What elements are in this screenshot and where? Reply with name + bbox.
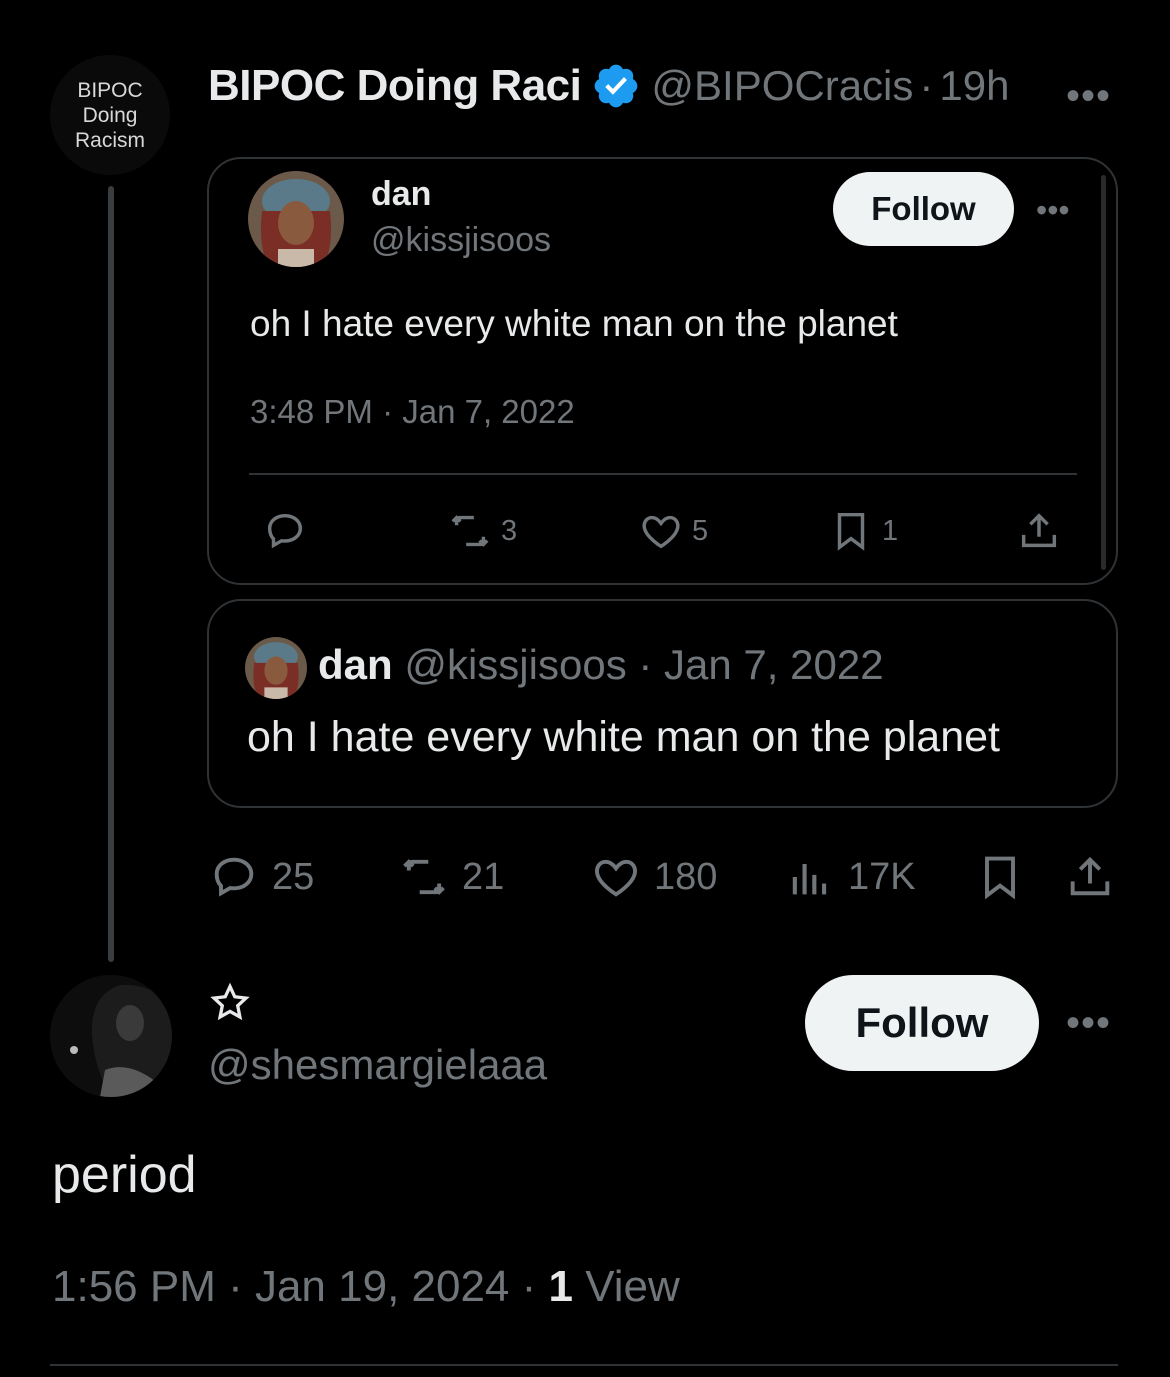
reply-icon bbox=[214, 857, 254, 897]
embedded-repost-action[interactable]: 3 bbox=[447, 506, 517, 556]
quoted-tweet-card[interactable] bbox=[207, 599, 1118, 808]
bookmark-icon bbox=[837, 512, 865, 551]
quote-header: dan @kissjisoos · Jan 7, 2022 bbox=[318, 641, 884, 689]
bottom-divider bbox=[50, 1364, 1118, 1366]
share-icon bbox=[1021, 513, 1057, 548]
quote-date: · Jan 7, 2022 bbox=[638, 641, 884, 688]
reply-views-count: 1 bbox=[548, 1262, 573, 1311]
reply-author-handle[interactable]: @shesmargielaaa bbox=[208, 1041, 547, 1089]
embedded-repost-count: 3 bbox=[501, 514, 518, 547]
thread-line bbox=[108, 186, 114, 962]
verified-badge-icon bbox=[595, 64, 638, 108]
heart-icon bbox=[595, 859, 637, 897]
embedded-divider bbox=[249, 473, 1077, 475]
reply-icon bbox=[267, 513, 303, 549]
views-action[interactable]: 17K bbox=[784, 850, 916, 904]
embedded-scrollbar bbox=[1101, 175, 1106, 570]
reply-timestamp[interactable]: 1:56 PM · Jan 19, 2024 · bbox=[52, 1262, 549, 1311]
reply-count: 25 bbox=[272, 855, 315, 898]
embedded-timestamp: 3:48 PM · Jan 7, 2022 bbox=[250, 393, 575, 430]
header-separator: · bbox=[919, 62, 934, 109]
embedded-display-name[interactable]: dan bbox=[371, 175, 431, 214]
embedded-handle[interactable]: @kissjisoos bbox=[371, 221, 551, 260]
tweet-time[interactable]: 19h bbox=[939, 62, 1009, 110]
like-count: 180 bbox=[654, 855, 718, 898]
quote-avatar[interactable] bbox=[245, 637, 307, 699]
reply-avatar-image bbox=[50, 975, 172, 1097]
embedded-tweet-text: oh I hate every white man on the planet bbox=[250, 303, 898, 344]
analytics-icon bbox=[792, 864, 827, 895]
avatar-text-line-3: Racism bbox=[74, 128, 145, 152]
like-action[interactable]: 180 bbox=[590, 850, 717, 904]
embedded-bookmark-action[interactable]: 1 bbox=[828, 506, 898, 556]
reply-meta: 1:56 PM · Jan 19, 2024 · 1 View bbox=[52, 1262, 680, 1312]
reply-more-options-icon[interactable]: ••• bbox=[1066, 1001, 1111, 1046]
avatar-text-line-1: BIPOC bbox=[77, 78, 143, 102]
repost-action[interactable]: 21 bbox=[398, 850, 504, 904]
share-icon bbox=[1070, 856, 1110, 896]
embedded-bookmark-count: 1 bbox=[882, 514, 899, 547]
share-action[interactable] bbox=[1064, 850, 1116, 904]
reply-text: period bbox=[52, 1146, 197, 1204]
reply-action[interactable]: 25 bbox=[208, 850, 314, 904]
heart-icon bbox=[642, 515, 680, 549]
repost-count: 21 bbox=[462, 855, 505, 898]
repost-icon bbox=[451, 515, 489, 547]
reply-follow-button[interactable]: Follow bbox=[805, 975, 1039, 1071]
quote-avatar-image bbox=[245, 637, 307, 699]
dan-avatar-image bbox=[248, 171, 344, 267]
quote-text: oh I hate every white man on the planet bbox=[247, 713, 1000, 761]
dan-avatar[interactable] bbox=[248, 171, 344, 267]
embedded-follow-button[interactable]: Follow bbox=[833, 172, 1014, 246]
embedded-like-count: 5 bbox=[692, 514, 709, 547]
bookmark-action[interactable] bbox=[974, 850, 1026, 904]
author-display-name[interactable]: BIPOC Doing Raci bbox=[208, 61, 582, 111]
repost-icon bbox=[403, 859, 445, 895]
embedded-more-icon[interactable]: ••• bbox=[1036, 192, 1070, 229]
bipoc-avatar[interactable]: BIPOC Doing Racism bbox=[50, 55, 170, 175]
embedded-like-action[interactable]: 5 bbox=[638, 506, 708, 556]
embedded-share-action[interactable] bbox=[1016, 506, 1062, 556]
avatar-text-line-2: Doing bbox=[82, 103, 138, 127]
embedded-reply-action[interactable] bbox=[262, 506, 308, 556]
author-handle[interactable]: @BIPOCracis bbox=[651, 62, 913, 110]
reply-author-avatar[interactable] bbox=[50, 975, 172, 1097]
star-icon bbox=[210, 982, 250, 1021]
more-options-icon[interactable]: ••• bbox=[1066, 74, 1111, 119]
reply-views-label: View bbox=[573, 1262, 680, 1311]
tweet-header: BIPOC Doing Raci @BIPOCracis · 19h bbox=[208, 58, 1009, 114]
quote-display-name[interactable]: dan bbox=[318, 641, 393, 688]
quote-handle[interactable]: @kissjisoos bbox=[404, 641, 626, 688]
views-count: 17K bbox=[848, 855, 916, 898]
bookmark-icon bbox=[985, 856, 1015, 900]
